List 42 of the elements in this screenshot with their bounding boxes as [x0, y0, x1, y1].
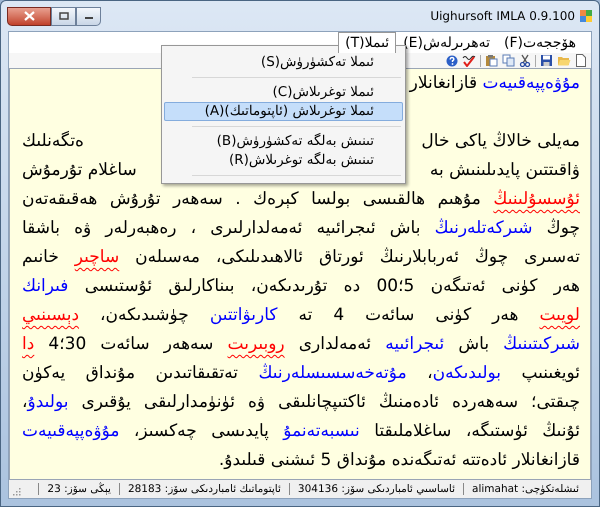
dropdown-item[interactable]: تىنىش بەلگە تەكشۈرۈش(B)	[164, 132, 403, 151]
text-line: چوڭ شىركەتلەرنىڭ باش ئىجرائىيە ئەمەلدارلىرى ، رەھبەرلەر ۋە باشقا	[22, 217, 580, 240]
status-field: يېڭى سۆز: 23	[38, 483, 119, 495]
text-line: مۇۋەپپەقىيەت قازانغانلار	[410, 72, 580, 95]
text-line: ئۇسسۇلىنىڭ مۇھىم ھالقىسى بولسا كېرەك . سەھەر تۇرۇش ھەقىقەتەن	[22, 188, 580, 211]
save-icon[interactable]	[540, 54, 553, 67]
paste-icon[interactable]	[485, 54, 498, 67]
close-button[interactable]	[7, 6, 51, 26]
text-line: ئۇنىڭ ئۈستىگە، ساغلاملىقتا نىسبەتەنمۇ پايدىسى چەكسىز، مۇۋەپپەقىيەت	[22, 420, 580, 443]
new-document-icon[interactable]	[575, 54, 587, 67]
text-line: شىركىتىنىڭ باش ئىجرائىيە ئەمەلدارى روبىرىت سەھەر سائەت 30؛4 دا	[22, 333, 580, 356]
menu-item[interactable]: ئىملا(T)	[338, 32, 396, 53]
maximize-icon	[58, 12, 68, 20]
menu-item[interactable]: ھۆججەت(F)	[497, 32, 583, 53]
text-line: ساغلام تۇرمۇش	[22, 159, 137, 182]
window-title: Uighursoft IMLA 0.9.100	[430, 8, 575, 25]
text-line: مەيلى خالاڭ ياكى خال	[421, 130, 580, 153]
copy-icon[interactable]	[502, 54, 515, 67]
text-line: ۋاقىتتىن پايدىلىنىش بە	[430, 159, 580, 182]
menu-item[interactable]: تەھرىرلەش(E)	[396, 32, 497, 53]
text-line: ەتگەنلىك	[22, 130, 84, 153]
dropdown-item[interactable]: ئىملا تەكشۈرۈش(S)	[164, 53, 403, 72]
minimize-button[interactable]	[76, 6, 101, 26]
help-icon[interactable]	[446, 54, 458, 66]
text-line: تەسىرى چوڭ ئەربابلارنىڭ ئورتاق ئالاھىدىلىكى، مەسىلەن ساچىر خانىم	[22, 246, 580, 269]
dropdown-item[interactable]: تىنىش بەلگە توغرىلاش(R)	[164, 151, 403, 170]
text-line: ھەر كۈنى ئەتىگەن 5؛00 دە تۇرىدىكەن، بىناكارلىق ئۇستىسى فىرانك	[22, 274, 580, 298]
resize-grip-icon[interactable]	[11, 486, 21, 496]
text-line: ئويغىنىپ بولىدىكەن، مۇتەخەسسىسلەرنىڭ تەتقىقاتىدىن مۇنداق يەكۈن	[22, 362, 580, 385]
text-line: لويىت ھەر كۈنى سائەت 4 تە كارىۋاتتىن چۈشىدىكەن، دېسىنىي	[22, 304, 580, 327]
status-field: ئاساسىي ئامباردىكى سۆز: 304136	[288, 483, 464, 495]
text-line: قازانغانلار ئادەتتە ئەتىگەندە مۇنداق 5 ئىشنى قىلىدۇ.	[218, 448, 580, 472]
app-icon	[579, 9, 593, 23]
maximize-button[interactable]	[51, 6, 76, 26]
cut-icon[interactable]	[519, 54, 531, 67]
status-field: ئىشلەتكۈچى: alimahat	[463, 483, 587, 495]
dropdown-item[interactable]: ئىملا توغرىلاش(C)	[164, 83, 403, 102]
spellcheck-icon[interactable]	[462, 54, 476, 67]
status-field: ئاپتوماتىك ئامباردىكى سۆز: 28183	[118, 483, 289, 495]
dropdown-item[interactable]: ئىملا توغرىلاش (ئاپتوماتىك)(A)	[164, 102, 403, 121]
close-icon	[24, 11, 34, 21]
text-line: چىقتى؛ سەھەردە ئادەمنىڭ ئاكتىپچانلىقى ۋە ئۈنۈمدارلىقى يۇقىرى بولىدۇ،	[22, 391, 580, 414]
